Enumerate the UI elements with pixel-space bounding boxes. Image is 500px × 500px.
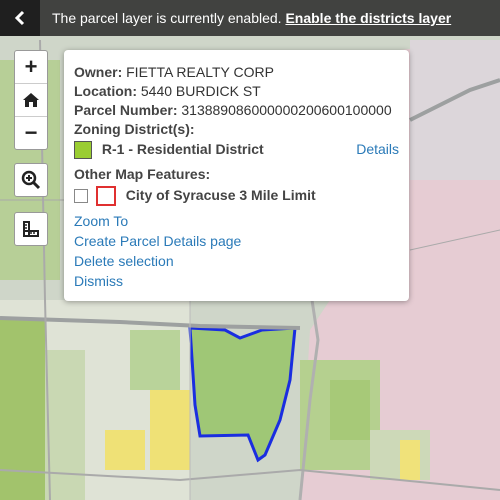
parcel-number-row: Parcel Number: 3138890860000002006001000… — [74, 102, 392, 118]
ruler-icon — [23, 221, 39, 237]
zoom-controls: + − — [14, 50, 48, 150]
zoning-swatch — [74, 141, 92, 160]
zoning-details-link[interactable]: Details — [356, 141, 399, 157]
zoning-value: R-1 - Residential District — [101, 141, 264, 157]
chevron-left-icon — [14, 10, 25, 26]
delete-selection-link[interactable]: Delete selection — [74, 253, 174, 269]
zoning-row: R-1 - Residential District — [74, 141, 264, 160]
home-icon — [23, 93, 39, 107]
feature-checkbox[interactable] — [74, 189, 88, 203]
zoning-label: Zoning District(s): — [74, 121, 195, 137]
zoom-in-button[interactable]: + — [15, 51, 47, 84]
location-label: Location: — [74, 83, 137, 99]
feature-row: City of Syracuse 3 Mile Limit — [74, 186, 316, 206]
owner-row: Owner: FIETTA REALTY CORP — [74, 64, 274, 80]
zoom-search-button[interactable] — [15, 164, 47, 196]
notification-message: The parcel layer is currently enabled. — [52, 10, 282, 26]
parcel-info-popup: Owner: FIETTA REALTY CORP Location: 5440… — [64, 50, 409, 301]
parcel-number-label: Parcel Number: — [74, 102, 178, 118]
feature-label: City of Syracuse 3 Mile Limit — [125, 186, 316, 203]
location-row: Location: 5440 BURDICK ST — [74, 83, 261, 99]
zoom-out-button[interactable]: − — [15, 117, 47, 149]
owner-label: Owner: — [74, 64, 123, 80]
create-parcel-page-link[interactable]: Create Parcel Details page — [74, 233, 241, 249]
enable-districts-link[interactable]: Enable the districts layer — [285, 10, 451, 26]
location-value: 5440 BURDICK ST — [140, 83, 261, 99]
measure-button[interactable] — [15, 213, 47, 245]
other-features-label: Other Map Features: — [74, 166, 211, 182]
back-button[interactable] — [0, 0, 40, 36]
zoom-to-extent-control — [14, 163, 48, 197]
parcel-number-value: 313889086000000200600100000 — [181, 102, 392, 118]
notification-text: The parcel layer is currently enabled. E… — [52, 10, 451, 26]
feature-swatch — [95, 186, 116, 206]
owner-value: FIETTA REALTY CORP — [126, 64, 274, 80]
measure-control — [14, 212, 48, 246]
magnifier-plus-icon — [21, 170, 41, 190]
dismiss-link[interactable]: Dismiss — [74, 273, 123, 289]
home-button[interactable] — [15, 84, 47, 117]
zoom-to-link[interactable]: Zoom To — [74, 213, 128, 229]
notification-bar: The parcel layer is currently enabled. E… — [0, 0, 500, 36]
